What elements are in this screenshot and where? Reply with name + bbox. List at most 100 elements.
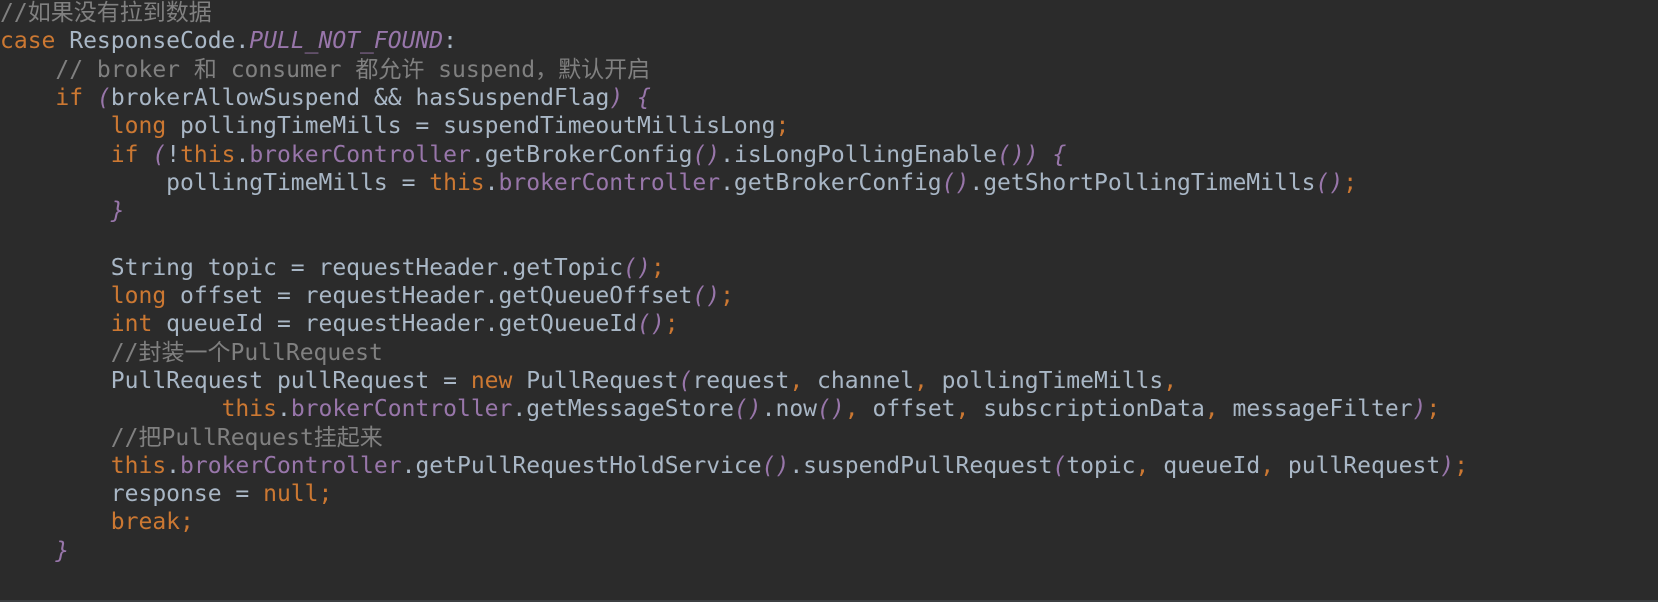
code-token-paren: () bbox=[623, 254, 651, 281]
code-token-punct: ; bbox=[720, 283, 734, 309]
code-token-paren: ( bbox=[152, 141, 167, 168]
code-line: break; bbox=[0, 507, 194, 537]
code-token-paren: () bbox=[733, 396, 762, 423]
code-token-keyword: break bbox=[110, 509, 181, 536]
code-token-default bbox=[0, 283, 111, 309]
code-token-punct: , bbox=[1135, 452, 1150, 479]
code-token-paren: ) bbox=[609, 84, 624, 111]
code-line: long pollingTimeMills = suspendTimeoutMi… bbox=[0, 111, 790, 141]
code-token-default: .getBrokerConfig bbox=[470, 141, 693, 168]
code-line: pollingTimeMills = this.brokerController… bbox=[0, 168, 1357, 198]
code-token-comment: // broker 和 consumer 都允许 suspend，默认开启 bbox=[0, 56, 651, 83]
code-token-brace: } bbox=[110, 198, 125, 225]
code-token-default: pollingTimeMills bbox=[927, 367, 1164, 394]
code-token-default: .getMessageStore bbox=[512, 396, 734, 423]
code-line: //如果没有拉到数据 bbox=[0, 0, 212, 28]
code-token-punct: , bbox=[1260, 452, 1275, 479]
code-line: // broker 和 consumer 都允许 suspend，默认开启 bbox=[0, 55, 650, 85]
code-token-paren: ()) bbox=[997, 141, 1039, 168]
code-token-default: offset = requestHeader.getQueueOffset bbox=[166, 283, 693, 309]
code-token-field: brokerController bbox=[498, 169, 721, 196]
code-token-default: . bbox=[276, 396, 291, 423]
code-token-keyword: int bbox=[110, 311, 153, 338]
code-token-default: . bbox=[166, 452, 181, 479]
code-token-default bbox=[0, 509, 111, 535]
code-token-default: pullRequest bbox=[1274, 452, 1441, 479]
code-token-default: pollingTimeMills = bbox=[0, 169, 430, 196]
code-token-default: request bbox=[692, 367, 790, 394]
code-token-default: messageFilter bbox=[1218, 396, 1413, 423]
code-token-punct: , bbox=[1204, 396, 1219, 423]
code-token-punct: ; bbox=[1454, 452, 1468, 479]
code-token-punct: ; bbox=[664, 311, 679, 338]
code-token-default: .suspendPullRequest bbox=[789, 452, 1053, 479]
code-token-paren: () bbox=[692, 141, 721, 168]
code-token-brace: { bbox=[1052, 141, 1067, 168]
code-token-default bbox=[0, 453, 111, 479]
code-token-keyword: null bbox=[263, 481, 319, 508]
code-token-default bbox=[1039, 142, 1053, 168]
code-token-default: topic bbox=[1066, 452, 1136, 479]
code-token-punct: ; bbox=[1426, 396, 1441, 423]
code-token-paren: ) bbox=[1412, 396, 1427, 423]
code-token-paren: ) bbox=[1440, 452, 1455, 479]
code-token-field: brokerController bbox=[249, 141, 471, 168]
code-token-default: .getShortPollingTimeMills bbox=[969, 169, 1316, 196]
code-token-default: . bbox=[235, 141, 250, 168]
code-token-field: brokerController bbox=[290, 396, 513, 423]
code-token-keyword: this bbox=[221, 396, 277, 423]
code-line: //把PullRequest挂起来 bbox=[0, 423, 383, 453]
code-line: PullRequest pullRequest = new PullReques… bbox=[0, 366, 1177, 396]
code-line: if (!this.brokerController.getBrokerConf… bbox=[0, 140, 1067, 170]
code-token-default: subscriptionData bbox=[969, 396, 1205, 423]
code-token-default bbox=[0, 311, 111, 337]
code-token-default: channel bbox=[803, 367, 914, 394]
code-token-default: PullRequest pullRequest = bbox=[0, 367, 471, 394]
code-token-comment: //如果没有拉到数据 bbox=[0, 0, 212, 26]
code-token-punct: ; bbox=[318, 481, 333, 508]
code-editor[interactable]: //如果没有拉到数据 case ResponseCode.PULL_NOT_FOU… bbox=[0, 0, 1658, 602]
code-token-default: queueId = requestHeader.getQueueId bbox=[152, 311, 637, 338]
code-token-punct: ; bbox=[650, 254, 665, 281]
code-token-default bbox=[83, 85, 97, 111]
code-line: //封装一个PullRequest bbox=[0, 338, 383, 368]
code-line: int queueId = requestHeader.getQueueId()… bbox=[0, 309, 679, 339]
code-token-punct: ; bbox=[775, 113, 790, 140]
code-token-default bbox=[0, 113, 111, 139]
code-token-keyword: this bbox=[110, 452, 167, 479]
code-token-paren: ( bbox=[1052, 452, 1067, 479]
code-token-default: response = bbox=[0, 481, 264, 508]
code-token-static: PULL_NOT_FOUND bbox=[249, 28, 444, 55]
code-token-punct: ; bbox=[1343, 169, 1358, 196]
code-token-punct: , bbox=[844, 396, 859, 423]
code-line: response = null; bbox=[0, 479, 333, 509]
code-token-default bbox=[623, 85, 637, 111]
code-line: this.brokerController.getMessageStore().… bbox=[0, 394, 1441, 424]
code-token-default bbox=[0, 198, 111, 224]
code-token-default: offset bbox=[858, 396, 956, 423]
code-token-keyword: if bbox=[110, 141, 139, 168]
code-line: this.brokerController.getPullRequestHold… bbox=[0, 451, 1468, 481]
code-token-default bbox=[0, 85, 55, 111]
code-token-default: .getPullRequestHoldService bbox=[401, 452, 762, 479]
code-token-paren: () bbox=[941, 169, 970, 196]
code-token-keyword: case bbox=[0, 28, 56, 55]
code-line: } bbox=[0, 536, 69, 566]
code-token-default bbox=[0, 396, 222, 422]
code-token-paren: () bbox=[636, 311, 665, 338]
code-token-punct: , bbox=[955, 396, 970, 423]
code-token-brace: { bbox=[637, 84, 651, 111]
code-line: } bbox=[0, 196, 125, 226]
code-token-punct: , bbox=[913, 367, 928, 394]
code-token-comment: //把PullRequest挂起来 bbox=[0, 424, 383, 451]
code-token-default bbox=[0, 538, 55, 564]
code-token-default: ResponseCode. bbox=[55, 28, 250, 55]
code-token-default: String topic = requestHeader.getTopic bbox=[0, 254, 624, 281]
code-token-default: pollingTimeMills = suspendTimeoutMillisL… bbox=[166, 113, 776, 140]
code-token-keyword: this bbox=[429, 169, 485, 196]
code-token-keyword: long bbox=[110, 283, 167, 309]
code-token-default: PullRequest bbox=[512, 367, 679, 394]
code-token-paren: () bbox=[817, 396, 845, 423]
code-token-paren: ( bbox=[678, 367, 693, 394]
code-token-default: : bbox=[443, 28, 457, 55]
